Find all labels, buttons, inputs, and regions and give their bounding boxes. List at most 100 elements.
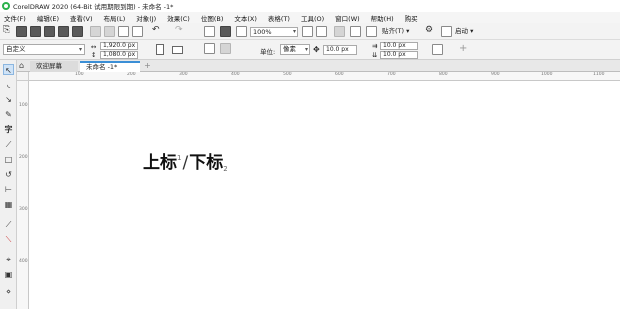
shape-tool-icon[interactable]: ◟ — [3, 79, 14, 90]
duplicate-x-field[interactable]: 10.0 px — [380, 42, 418, 50]
toolbox: ↖ ◟ ↘ ✎ 字 ⟋ □ ↺ ⊢ ▦ ⟋ ⟍ ⌖ ▣ ⋄ — [0, 60, 17, 309]
spiral-tool-icon[interactable]: ↺ — [3, 169, 14, 180]
eyedropper-tool-icon[interactable]: ▣ — [3, 269, 14, 280]
home-icon[interactable]: ⌂ — [19, 62, 28, 70]
options-gear-icon[interactable]: ⚙ — [425, 25, 433, 36]
interactive-fill-icon[interactable]: ⟍ — [3, 234, 14, 245]
page-width-field[interactable]: 1,920.0 px — [100, 42, 138, 50]
import-icon[interactable] — [204, 26, 215, 37]
download-icon[interactable] — [58, 26, 69, 37]
horizontal-ruler[interactable]: 100 200 300 400 500 600 700 800 900 1000… — [29, 72, 620, 81]
ruler-tick-label: 500 — [283, 72, 292, 77]
launch-icon[interactable] — [441, 26, 452, 37]
open-icon[interactable] — [16, 26, 27, 37]
ruler-tick-label: 1100 — [593, 72, 605, 77]
export-icon[interactable] — [220, 26, 231, 37]
rulers-icon[interactable] — [316, 26, 327, 37]
title-bar: CorelDRAW 2020 (64-Bit 试用期限到期) - 未命名 -1* — [0, 0, 620, 12]
chevron-down-icon: ▾ — [78, 46, 82, 53]
cut-icon[interactable] — [90, 26, 101, 37]
menu-effects[interactable]: 效果(C) — [167, 13, 190, 23]
ruler-tick-label: 100 — [75, 72, 84, 77]
duplicate-x-value: 10.0 px — [383, 42, 406, 49]
freehand-tool-icon[interactable]: ✎ — [3, 109, 14, 120]
ruler-tick-label: 800 — [439, 72, 448, 77]
chevron-down-icon: ▾ — [470, 27, 474, 35]
rectangle-tool-icon[interactable]: □ — [3, 154, 14, 165]
menu-help[interactable]: 帮助(H) — [371, 13, 394, 23]
menu-bitmaps[interactable]: 位图(B) — [201, 13, 224, 23]
current-page-icon[interactable] — [220, 43, 231, 54]
text-tool-icon[interactable]: 字 — [3, 124, 14, 135]
canvas-artistic-text[interactable]: 上标1/下标2 — [143, 148, 228, 173]
duplicate-y-icon: ⇊ — [372, 51, 378, 59]
transparency-tool-icon[interactable]: ⌖ — [3, 254, 14, 265]
tab-untitled-1[interactable]: 未命名 -1* — [80, 61, 140, 72]
nudge-distance-field[interactable]: 10.0 px — [323, 45, 357, 55]
duplicate-y-field[interactable]: 10.0 px — [380, 51, 418, 59]
redo-icon[interactable]: ↷ — [175, 25, 183, 36]
menu-layout[interactable]: 布局(L) — [104, 13, 126, 23]
ruler-tick-label: 900 — [491, 72, 500, 77]
menu-buy[interactable]: 购买 — [405, 13, 418, 23]
ruler-tick-label: 300 — [19, 207, 28, 212]
full-screen-icon[interactable] — [302, 26, 313, 37]
tab-welcome-screen[interactable]: 欢迎屏幕 — [30, 61, 78, 72]
page-size-preset-select[interactable]: 自定义 ▾ — [3, 44, 85, 55]
ruler-tick-label: 400 — [231, 72, 240, 77]
copy-icon[interactable] — [104, 26, 115, 37]
page-height-field[interactable]: 1,080.0 px — [100, 51, 138, 59]
paste-special-icon[interactable] — [132, 26, 143, 37]
superscript-marker: 1 — [177, 154, 182, 162]
vertical-ruler[interactable]: 100 200 300 400 — [17, 81, 29, 309]
zoom-level-select[interactable]: 100% ▾ — [250, 27, 298, 37]
coreldraw-logo-icon — [2, 2, 10, 10]
guidelines-icon[interactable] — [350, 26, 361, 37]
pick-tool-icon[interactable]: ↖ — [3, 64, 14, 75]
upload-icon[interactable] — [44, 26, 55, 37]
window-title: CorelDRAW 2020 (64-Bit 试用期限到期) - 未命名 -1* — [13, 3, 174, 11]
table-tool-icon[interactable]: ▦ — [3, 199, 14, 210]
page-border-icon[interactable] — [366, 26, 377, 37]
undo-icon[interactable]: ↶ — [152, 25, 160, 36]
menu-file[interactable]: 文件(F) — [4, 13, 26, 23]
smart-fill-icon[interactable]: ⋄ — [3, 286, 14, 297]
menu-tools[interactable]: 工具(O) — [301, 13, 324, 23]
snap-to-button[interactable]: 贴齐(T) ▾ — [382, 27, 409, 36]
menu-window[interactable]: 窗口(W) — [335, 13, 360, 23]
standard-toolbar: ⎘ ↶ ↷ 100% ▾ 贴齐(T) ▾ ⚙ 启动 ▾ — [0, 23, 620, 40]
chevron-down-icon: ▾ — [304, 46, 308, 53]
paste-icon[interactable] — [118, 26, 129, 37]
portrait-icon[interactable] — [156, 44, 164, 55]
connector-tool-icon[interactable]: ⟋ — [3, 219, 14, 230]
menu-table[interactable]: 表格(T) — [268, 13, 290, 23]
menu-view[interactable]: 查看(V) — [70, 13, 93, 23]
launch-button[interactable]: 启动 ▾ — [455, 27, 473, 36]
chevron-down-icon: ▾ — [292, 28, 296, 35]
save-icon[interactable] — [30, 26, 41, 37]
subscript-base-text: 下标 — [189, 153, 224, 173]
units-value: 像素 — [283, 45, 296, 53]
print-icon[interactable] — [72, 26, 83, 37]
drawing-canvas[interactable] — [29, 81, 620, 309]
bleed-icon[interactable] — [432, 44, 443, 55]
pen-tool-icon[interactable]: ⟋ — [3, 139, 14, 150]
ruler-tick-label: 600 — [335, 72, 344, 77]
menu-edit[interactable]: 编辑(E) — [37, 13, 59, 23]
menu-object[interactable]: 对象(J) — [136, 13, 156, 23]
crop-tool-icon[interactable]: ↘ — [3, 94, 14, 105]
menu-text[interactable]: 文本(X) — [234, 13, 257, 23]
width-icon: ↔ — [91, 43, 97, 51]
publish-pdf-icon[interactable] — [236, 26, 247, 37]
units-select[interactable]: 像素 ▾ — [280, 44, 310, 55]
add-preset-icon[interactable]: + — [459, 43, 467, 54]
duplicate-y-value: 10.0 px — [383, 51, 406, 58]
new-document-icon[interactable]: ⎘ — [3, 25, 10, 36]
ruler-corner[interactable] — [17, 72, 29, 81]
landscape-icon[interactable] — [172, 46, 183, 54]
add-tab-icon[interactable]: + — [143, 61, 152, 71]
dimension-tool-icon[interactable]: ⊢ — [3, 184, 14, 195]
all-pages-icon[interactable] — [204, 43, 215, 54]
grid-icon[interactable] — [334, 26, 345, 37]
nudge-icon: ✥ — [313, 45, 320, 54]
